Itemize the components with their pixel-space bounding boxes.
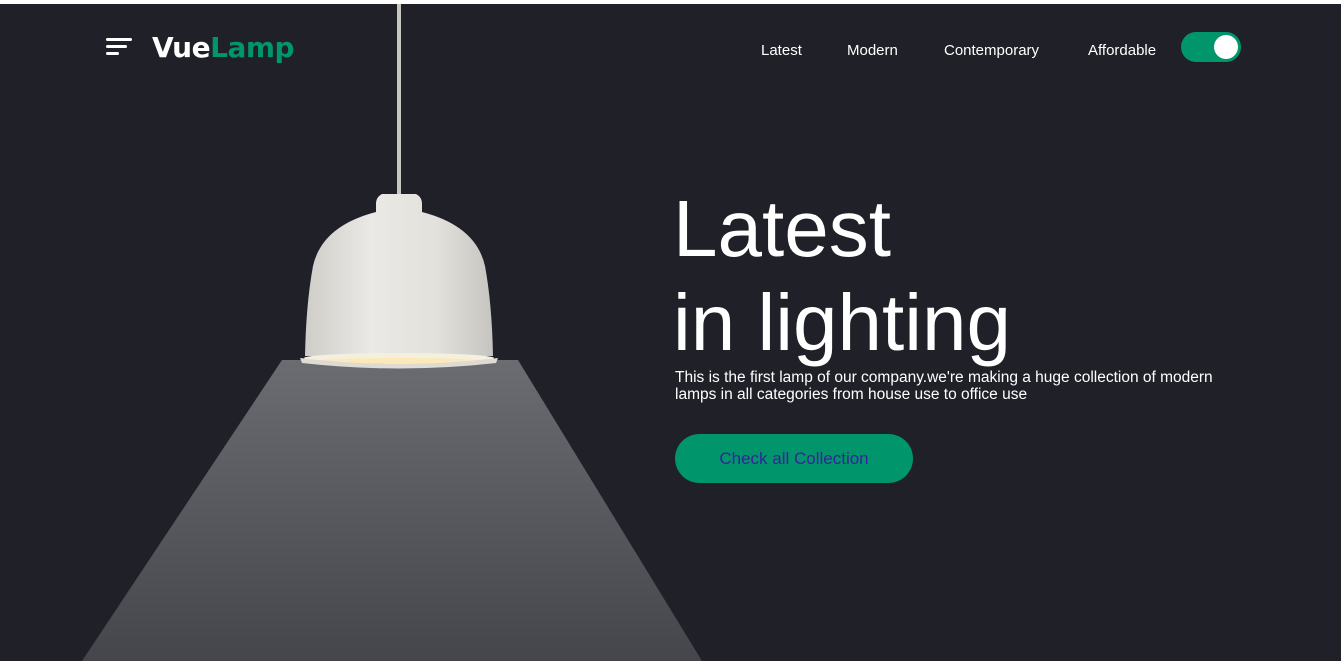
- nav-link-affordable[interactable]: Affordable: [1088, 41, 1156, 61]
- brand-name-part1: Vue: [152, 31, 211, 64]
- pendant-lamp-image: [300, 4, 498, 369]
- nav-link-contemporary[interactable]: Contemporary: [944, 41, 1039, 61]
- check-collection-button[interactable]: Check all Collection: [675, 434, 913, 483]
- brand-name-part2: Lamp: [210, 31, 295, 64]
- hero-page: VueLamp Latest Modern Contemporary Affor…: [0, 4, 1341, 661]
- toggle-knob: [1214, 35, 1238, 59]
- hamburger-menu-icon[interactable]: [106, 36, 134, 58]
- light-beam: [82, 360, 702, 661]
- brand-logo[interactable]: VueLamp: [152, 30, 295, 66]
- nav-link-latest[interactable]: Latest: [761, 41, 802, 61]
- hero-title-line2: in lighting: [673, 278, 1012, 367]
- hero-title-line1: Latest: [673, 184, 891, 273]
- hero-title: Latest in lighting: [673, 182, 1011, 370]
- theme-toggle[interactable]: [1181, 32, 1241, 62]
- nav-link-modern[interactable]: Modern: [847, 41, 898, 61]
- hero-description: This is the first lamp of our company.we…: [675, 369, 1213, 403]
